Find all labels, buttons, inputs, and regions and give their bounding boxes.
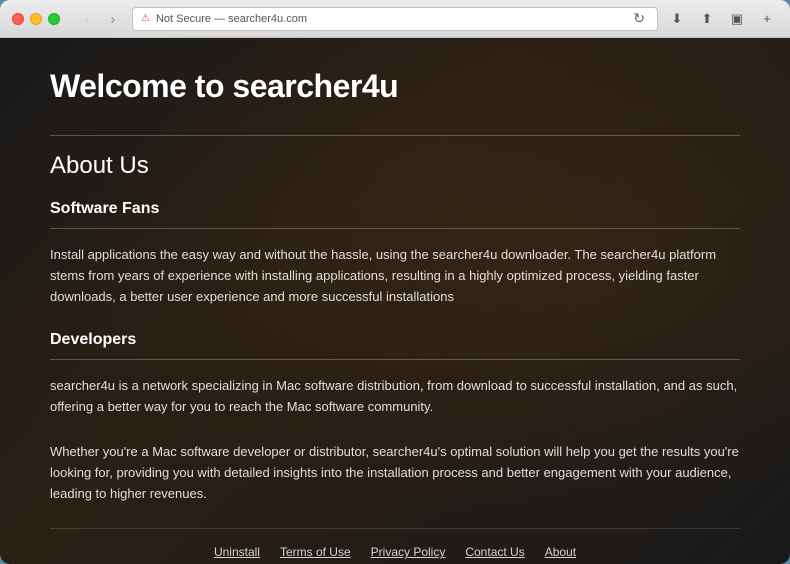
section-title-software-fans: Software Fans [50, 200, 740, 218]
traffic-lights [12, 13, 60, 25]
section-text-developers-1: searcher4u is a network specializing in … [50, 376, 740, 418]
footer-links: Uninstall Terms of Use Privacy Policy Co… [50, 545, 740, 559]
section-text-developers-2: Whether you're a Mac software developer … [50, 442, 740, 504]
lock-icon: ⚠ [141, 13, 150, 24]
back-button[interactable]: ‹ [76, 8, 98, 30]
forward-button[interactable]: › [102, 8, 124, 30]
download-icon[interactable]: ⬇ [666, 8, 688, 30]
footer: Uninstall Terms of Use Privacy Policy Co… [50, 528, 740, 564]
address-text: Not Secure — searcher4u.com [156, 13, 307, 25]
footer-link-privacy[interactable]: Privacy Policy [371, 545, 446, 559]
footer-link-terms[interactable]: Terms of Use [280, 545, 351, 559]
site-title: Welcome to searcher4u [50, 68, 740, 105]
browser-icons: ⬇ ⬆ ▣ + [666, 8, 778, 30]
browser-window: ‹ › ⚠ Not Secure — searcher4u.com ↻ ⬇ ⬆ … [0, 0, 790, 564]
minimize-button[interactable] [30, 13, 42, 25]
divider-3 [50, 359, 740, 360]
footer-link-contact[interactable]: Contact Us [465, 545, 524, 559]
footer-link-uninstall[interactable]: Uninstall [214, 545, 260, 559]
title-bar: ‹ › ⚠ Not Secure — searcher4u.com ↻ ⬇ ⬆ … [0, 0, 790, 38]
divider-1 [50, 135, 740, 136]
new-tab-icon[interactable]: ▣ [726, 8, 748, 30]
section-text-software-fans: Install applications the easy way and wi… [50, 245, 740, 307]
nav-buttons: ‹ › [76, 8, 124, 30]
page-inner: Welcome to searcher4u About Us Software … [0, 38, 790, 564]
share-icon[interactable]: ⬆ [696, 8, 718, 30]
add-tab-button[interactable]: + [756, 8, 778, 30]
maximize-button[interactable] [48, 13, 60, 25]
footer-link-about[interactable]: About [545, 545, 576, 559]
reload-button[interactable]: ↻ [633, 10, 649, 27]
page-content: Welcome to searcher4u About Us Software … [0, 38, 790, 564]
close-button[interactable] [12, 13, 24, 25]
divider-2 [50, 228, 740, 229]
address-bar[interactable]: ⚠ Not Secure — searcher4u.com ↻ [132, 7, 658, 31]
section-title-developers: Developers [50, 331, 740, 349]
about-heading: About Us [50, 152, 740, 180]
